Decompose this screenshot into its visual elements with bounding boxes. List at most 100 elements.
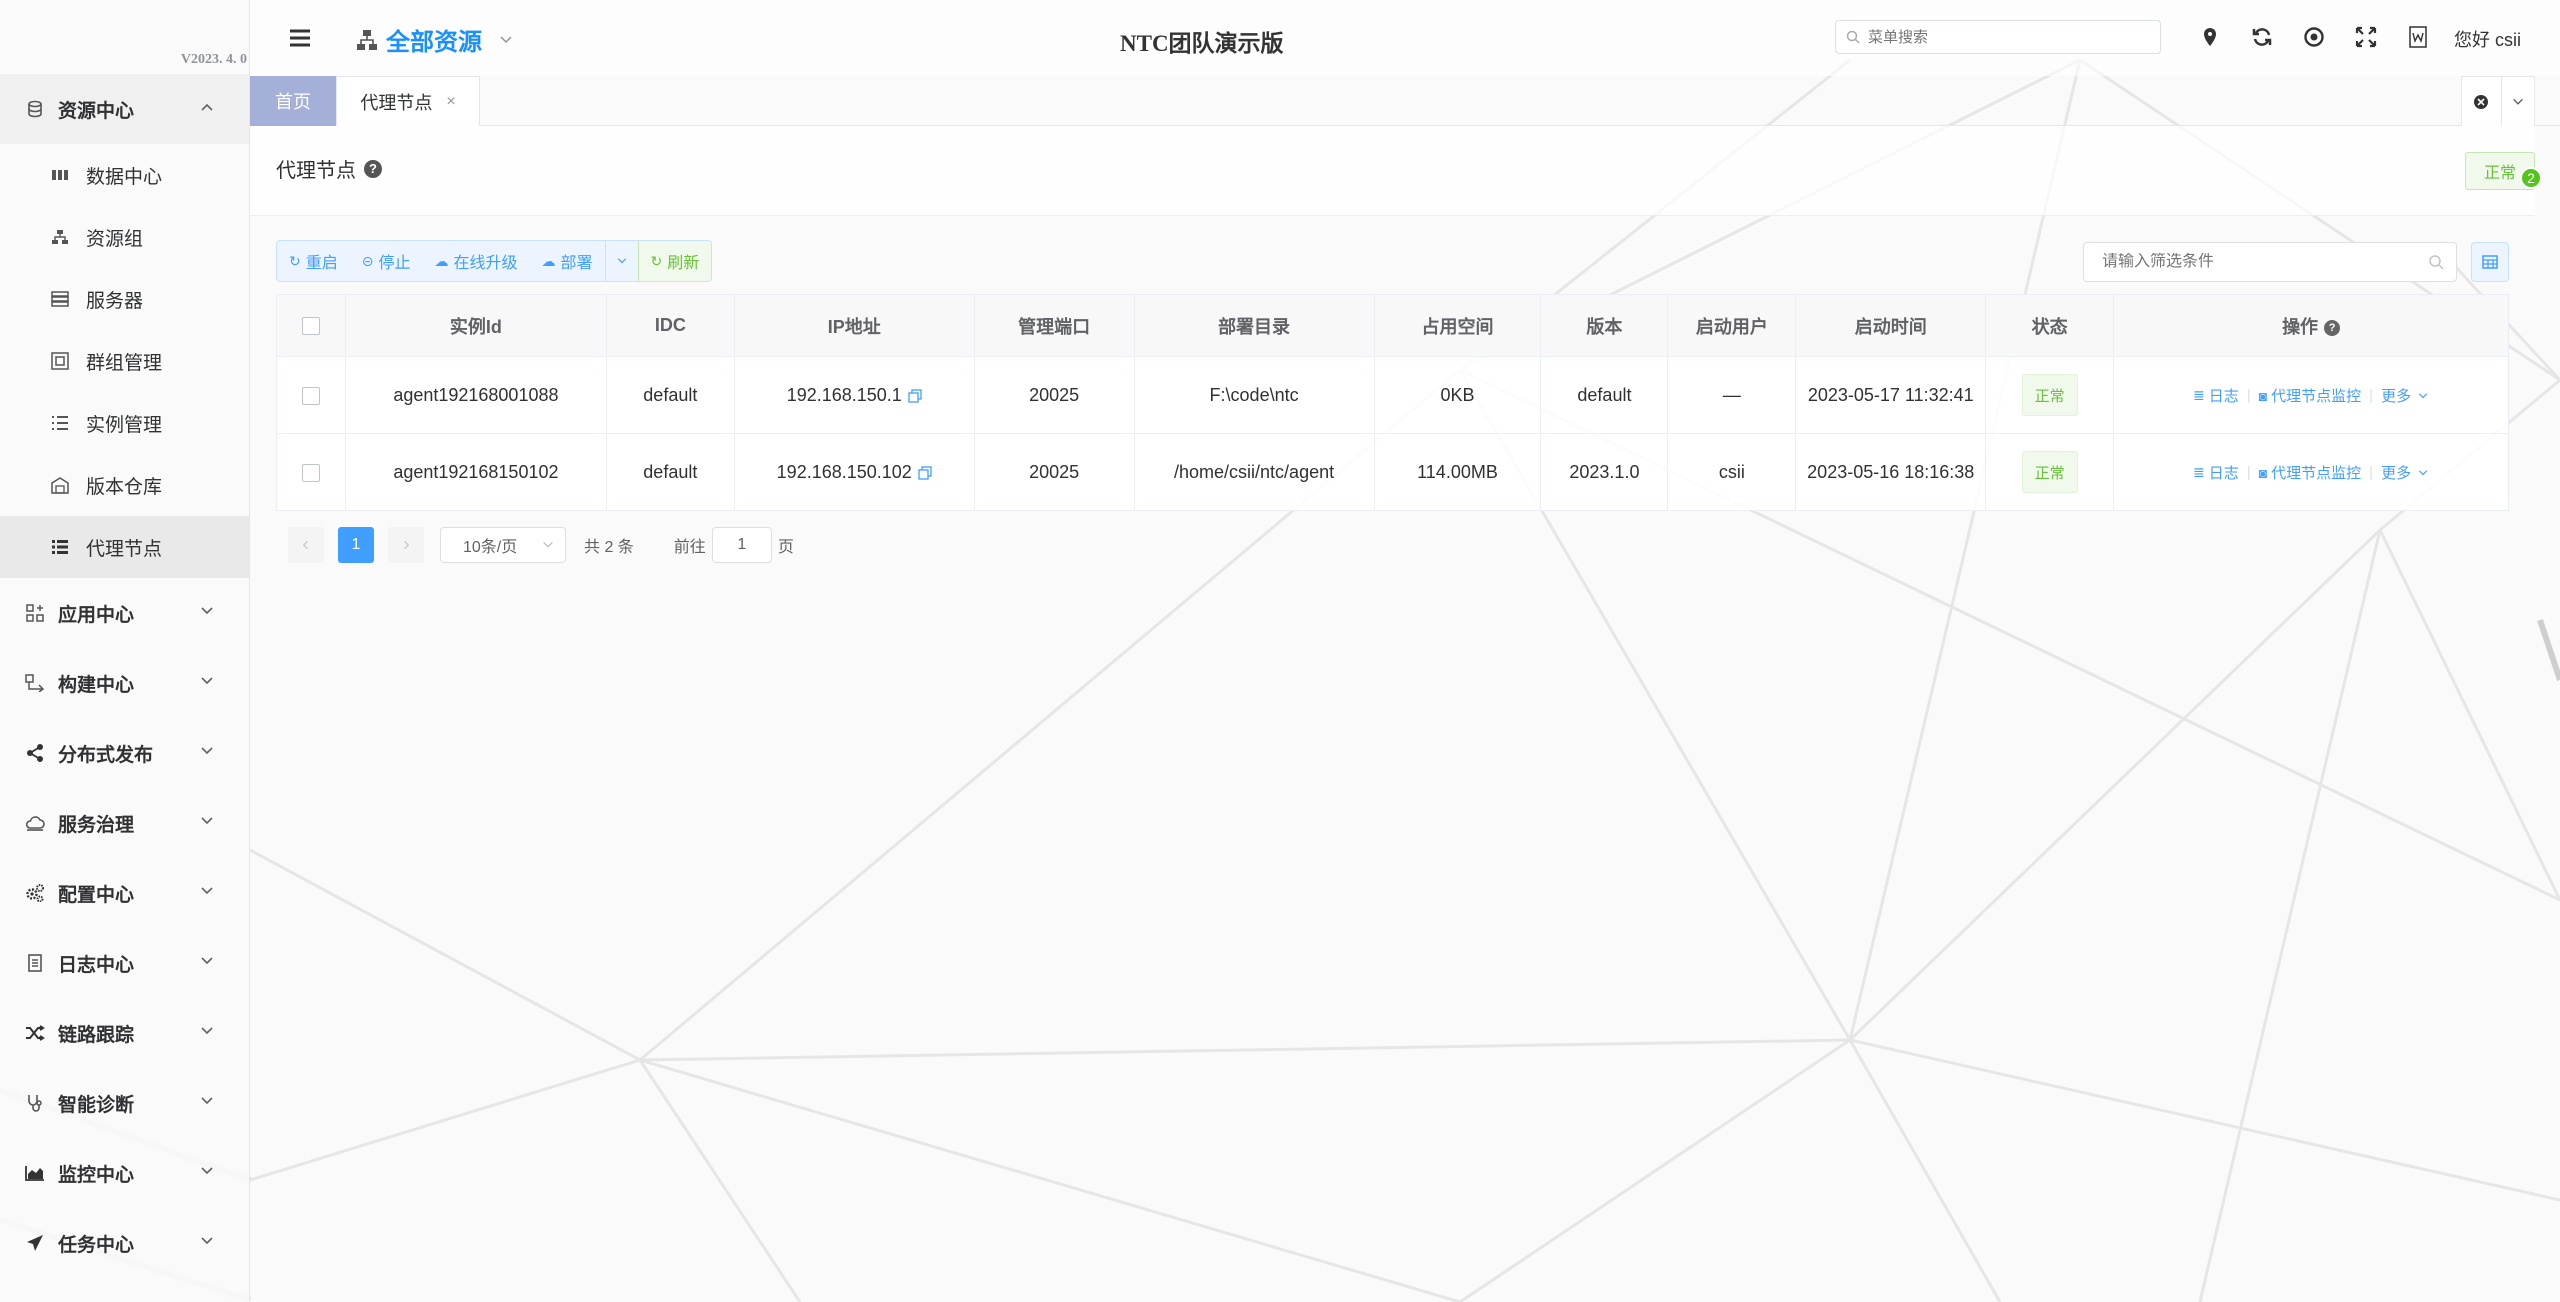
- monitor-link[interactable]: ◙ 代理节点监控: [2259, 385, 2361, 406]
- deploy-button[interactable]: ☁ 部署: [529, 241, 605, 281]
- select-all-checkbox[interactable]: [301, 317, 320, 336]
- location-pin-icon[interactable]: [2199, 26, 2221, 48]
- menu-monitor-center[interactable]: 监控中心: [0, 1138, 249, 1208]
- column-header[interactable]: 管理端口: [973, 294, 1135, 357]
- help-icon[interactable]: ?: [2324, 319, 2341, 336]
- column-settings-button[interactable]: [2471, 242, 2509, 282]
- row-select-cell: [276, 433, 346, 511]
- sidebar-item-agent-nodes[interactable]: 代理节点: [0, 516, 249, 578]
- next-page-button[interactable]: [388, 527, 424, 563]
- column-header[interactable]: 实例Id: [344, 294, 607, 357]
- chevron-down-icon: [201, 747, 213, 755]
- log-link-label: 日志: [2208, 388, 2239, 405]
- upgrade-button[interactable]: ☁ 在线升级: [422, 241, 530, 281]
- cell-deploy-dir: /home/csii/ntc/agent: [1133, 433, 1375, 511]
- menu-trace[interactable]: 链路跟踪: [0, 998, 249, 1068]
- column-header[interactable]: 状态: [1985, 294, 2115, 357]
- divider: |: [2369, 464, 2374, 481]
- target-icon[interactable]: [2303, 26, 2325, 48]
- column-header[interactable]: 占用空间: [1373, 294, 1542, 357]
- copy-icon[interactable]: [918, 466, 932, 480]
- refresh-icon[interactable]: [2251, 26, 2273, 48]
- chevron-down-icon: [201, 957, 213, 965]
- cell-status: 正常: [1985, 356, 2115, 434]
- log-link[interactable]: ≣ 日志: [2193, 462, 2239, 483]
- sidebar-item-version-repository[interactable]: 版本仓库: [0, 454, 249, 516]
- sidebar-item-label: 群组管理: [86, 352, 163, 374]
- close-icon[interactable]: ×: [446, 93, 455, 111]
- menu-diagnosis[interactable]: 智能诊断: [0, 1068, 249, 1138]
- cell-port: 20025: [973, 356, 1135, 434]
- status-text: 正常: [2483, 165, 2516, 182]
- cell-port: 20025: [973, 433, 1135, 511]
- restart-button[interactable]: ↻ 重启: [277, 241, 350, 281]
- goto-page-input[interactable]: [711, 527, 772, 563]
- more-dropdown[interactable]: 更多: [2381, 385, 2429, 406]
- hamburger-menu-icon[interactable]: [288, 26, 312, 50]
- more-dropdown[interactable]: 更多: [2381, 462, 2429, 483]
- filter-search[interactable]: [2083, 242, 2457, 282]
- server-rack-icon: [50, 165, 70, 185]
- status-badge[interactable]: 正常 2: [2465, 152, 2542, 190]
- user-greeting[interactable]: 您好 csii: [2454, 26, 2521, 52]
- tab-home[interactable]: 首页: [250, 76, 336, 126]
- copy-icon[interactable]: [908, 389, 922, 403]
- menu-search-input[interactable]: [1868, 28, 2148, 46]
- menu-label: 分布式发布: [58, 744, 154, 766]
- menu-app-center[interactable]: 应用中心: [0, 578, 249, 648]
- sitemap-icon: [50, 227, 70, 247]
- column-header[interactable]: 版本: [1540, 294, 1669, 357]
- column-header[interactable]: 启动时间: [1795, 294, 1987, 357]
- word-document-icon[interactable]: [2407, 26, 2429, 48]
- camera-icon: ◙: [2258, 464, 2268, 481]
- prev-page-button[interactable]: [288, 527, 324, 563]
- menu-service-governance[interactable]: 服务治理: [0, 788, 249, 858]
- menu-distributed-release[interactable]: 分布式发布: [0, 718, 249, 788]
- menu-config-center[interactable]: 配置中心: [0, 858, 249, 928]
- close-all-tabs-button[interactable]: [2462, 94, 2501, 110]
- help-icon[interactable]: ?: [364, 159, 382, 178]
- menu-task-center[interactable]: 任务中心: [0, 1208, 249, 1278]
- column-header[interactable]: IP地址: [733, 294, 975, 357]
- page-size-select[interactable]: 10条/页: [440, 527, 566, 563]
- page-title-text: 代理节点: [276, 160, 356, 182]
- sidebar-item-instance-management[interactable]: 实例管理: [0, 392, 249, 454]
- database-icon: [24, 98, 46, 120]
- search-icon[interactable]: [2428, 254, 2444, 270]
- stop-button[interactable]: ⊝ 停止: [349, 241, 423, 281]
- tabs-dropdown-button[interactable]: [2500, 76, 2534, 127]
- tab-agent-nodes[interactable]: 代理节点 ×: [336, 76, 480, 126]
- menu-build-center[interactable]: 构建中心: [0, 648, 249, 718]
- filter-input[interactable]: [2102, 253, 2412, 271]
- menu-log-center[interactable]: 日志中心: [0, 928, 249, 998]
- chevron-down-icon: [201, 1097, 213, 1105]
- page-number[interactable]: 1: [338, 527, 374, 563]
- menu-search[interactable]: [1835, 20, 2161, 54]
- sidebar-item-server[interactable]: 服务器: [0, 268, 249, 330]
- cell-ops: ≣ 日志 | ◙ 代理节点监控 | 更多: [2113, 433, 2509, 511]
- refresh-button[interactable]: ↻ 刷新: [637, 241, 712, 281]
- menu-resource-center[interactable]: 资源中心: [0, 74, 249, 144]
- column-header[interactable]: IDC: [605, 294, 735, 357]
- column-header[interactable]: 部署目录: [1133, 294, 1375, 357]
- menu-label: 日志中心: [58, 954, 135, 976]
- restart-label: 重启: [305, 255, 338, 272]
- cell-ip: 192.168.150.1: [733, 356, 975, 434]
- monitor-link[interactable]: ◙ 代理节点监控: [2259, 462, 2361, 483]
- resource-switch[interactable]: 全部资源: [356, 22, 514, 57]
- row-actions: ≣ 日志 | ◙ 代理节点监控 | 更多: [2193, 462, 2429, 483]
- share-icon: [24, 742, 46, 764]
- sidebar-item-resource-group[interactable]: 资源组: [0, 206, 249, 268]
- row-checkbox[interactable]: [301, 463, 320, 482]
- fullscreen-icon[interactable]: [2355, 26, 2377, 48]
- cell-version: 2023.1.0: [1540, 433, 1669, 511]
- chevron-down-icon: [2418, 392, 2428, 398]
- column-header[interactable]: 启动用户: [1667, 294, 1797, 357]
- sidebar-item-cluster-management[interactable]: 群组管理: [0, 330, 249, 392]
- divider: |: [2246, 387, 2251, 404]
- log-link[interactable]: ≣ 日志: [2193, 385, 2239, 406]
- row-checkbox[interactable]: [301, 386, 320, 405]
- menu-label: 任务中心: [58, 1234, 135, 1256]
- deploy-dropdown-button[interactable]: [604, 241, 638, 281]
- sidebar-item-data-center[interactable]: 数据中心: [0, 144, 249, 206]
